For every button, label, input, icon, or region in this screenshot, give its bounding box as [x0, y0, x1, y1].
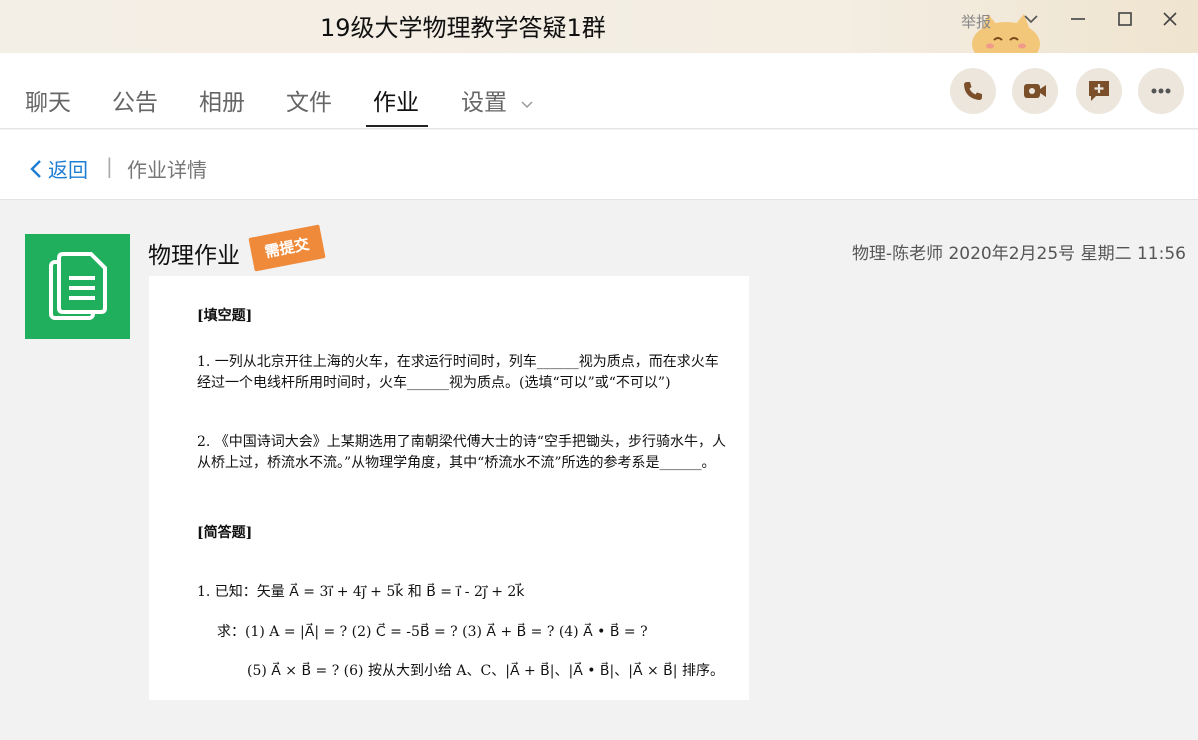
breadcrumb: 返回 | 作业详情	[0, 130, 1198, 200]
homework-detail: 物理作业 需提交 物理-陈老师 2020年2月25号 星期二 11:56 [填空…	[0, 201, 1198, 740]
close-button[interactable]	[1158, 10, 1182, 34]
homework-image[interactable]: [填空题] 1. 一列从北京开往上海的火车，在求运行时间时，列车______视为…	[149, 276, 749, 700]
tab-settings-label: 设置	[461, 90, 507, 116]
title-bar: 19级大学物理教学答疑1群 举报	[0, 0, 1198, 54]
report-link[interactable]: 举报	[961, 11, 991, 32]
back-label: 返回	[48, 158, 88, 182]
breadcrumb-separator: |	[106, 154, 113, 178]
message-plus-icon	[1089, 81, 1109, 101]
short-question-1: 1. 已知：矢量 A⃗ = 3i⃗ + 4j⃗ + 5k⃗ 和 B⃗ = i⃗ …	[197, 584, 525, 600]
short-section-heading: [简答题]	[197, 525, 253, 541]
chevron-down-icon	[521, 100, 533, 108]
homework-meta: 物理-陈老师 2020年2月25号 星期二 11:56	[851, 244, 1186, 264]
tab-homework[interactable]: 作业	[373, 83, 419, 117]
tab-settings[interactable]: 设置	[461, 83, 534, 117]
voice-call-button[interactable]	[950, 68, 996, 114]
tab-chat[interactable]: 聊天	[25, 83, 71, 117]
short-question-parts-b: (5) A⃗ × B⃗ = ? (6) 按从大到小给 A、C、|A⃗ + B⃗|…	[247, 663, 724, 679]
tab-announcement[interactable]: 公告	[112, 83, 158, 117]
short-question-parts-a: 求：(1) A = |A⃗| = ? (2) C⃗ = -5B⃗ = ? (3)…	[217, 624, 648, 640]
back-button[interactable]: 返回	[28, 154, 88, 183]
question-1: 1. 一列从北京开往上海的火车，在求运行时间时，列车______视为质点，而在求…	[197, 354, 719, 391]
add-chat-button[interactable]	[1076, 68, 1122, 114]
question-2: 2. 《中国诗词大会》上某期选用了南朝梁代傅大士的诗“空手把锄头，步行骑水牛，人…	[197, 434, 726, 471]
more-button[interactable]	[1138, 68, 1184, 114]
chevron-left-icon	[30, 159, 41, 178]
collapse-chevron-icon[interactable]	[1019, 10, 1043, 34]
video-call-button[interactable]	[1012, 68, 1058, 114]
video-camera-icon	[1024, 84, 1046, 98]
fill-section-heading: [填空题]	[197, 308, 253, 324]
document-icon	[25, 234, 130, 339]
minimize-button[interactable]	[1066, 10, 1090, 34]
homework-title: 物理作业	[148, 243, 240, 269]
active-tab-underline	[366, 125, 428, 127]
tab-files[interactable]: 文件	[286, 83, 332, 117]
submit-required-badge: 需提交	[248, 224, 326, 272]
phone-icon	[964, 82, 982, 100]
page-title: 作业详情	[127, 158, 207, 182]
maximize-button[interactable]	[1113, 10, 1137, 34]
tab-bar: 聊天 公告 相册 文件 作业 设置	[0, 53, 1198, 129]
more-dots-icon	[1151, 88, 1171, 94]
tab-album[interactable]: 相册	[199, 83, 245, 117]
window-title: 19级大学物理教学答疑1群	[320, 14, 606, 42]
